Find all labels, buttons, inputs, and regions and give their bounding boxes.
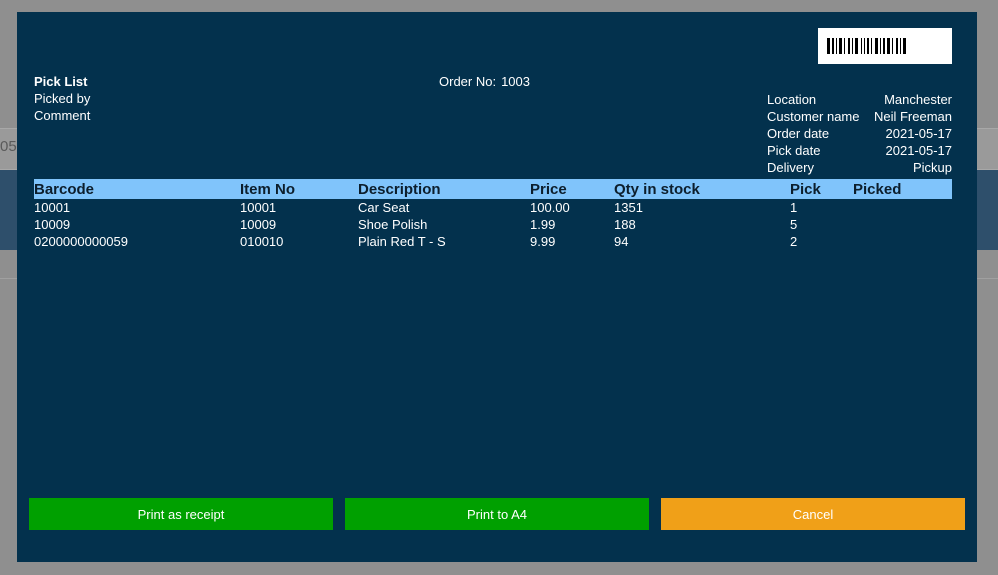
cell-barcode: 0200000000059 xyxy=(34,234,128,249)
info-label: Customer name xyxy=(767,109,860,124)
cell-price: 100.00 xyxy=(530,200,570,215)
table-header: Barcode Item No Description Price Qty in… xyxy=(34,179,952,199)
column-header-price: Price xyxy=(530,181,567,198)
cell-barcode: 10009 xyxy=(34,217,71,232)
info-value: Pickup xyxy=(912,160,952,175)
cell-price: 1.99 xyxy=(530,217,556,232)
picked-by-label: Picked by xyxy=(34,91,91,106)
info-label: Order date xyxy=(767,126,830,141)
order-info: Location Manchester Customer name Neil F… xyxy=(767,91,952,176)
info-label: Pick date xyxy=(767,143,821,158)
cell-description: Shoe Polish xyxy=(358,217,428,232)
print-a4-button[interactable]: Print to A4 xyxy=(345,498,649,530)
print-receipt-button[interactable]: Print as receipt xyxy=(29,498,333,530)
info-row-customer: Customer name Neil Freeman xyxy=(767,108,952,125)
cell-pick: 1 xyxy=(790,200,798,215)
cell-item-no: 10001 xyxy=(240,200,277,215)
cell-item-no: 010010 xyxy=(240,234,284,249)
info-row-location: Location Manchester xyxy=(767,91,952,108)
column-header-pick: Pick xyxy=(790,181,821,198)
info-label: Location xyxy=(767,92,817,107)
pick-list-table: Barcode Item No Description Price Qty in… xyxy=(34,179,952,250)
column-header-picked: Picked xyxy=(853,181,902,198)
cell-price: 9.99 xyxy=(530,234,556,249)
cell-qty: 188 xyxy=(614,217,636,232)
comment-label: Comment xyxy=(34,108,91,123)
barcode-icon xyxy=(818,28,952,64)
table-row: 10009 10009 Shoe Polish 1.99 188 5 xyxy=(34,216,952,233)
info-value: Manchester xyxy=(884,92,952,107)
cell-qty: 1351 xyxy=(614,200,643,215)
info-row-pick-date: Pick date 2021-05-17 xyxy=(767,142,952,159)
table-row: 10001 10001 Car Seat 100.00 1351 1 xyxy=(34,199,952,216)
cell-qty: 94 xyxy=(614,234,629,249)
info-value: 2021-05-17 xyxy=(885,143,953,158)
info-row-delivery: Delivery Pickup xyxy=(767,159,952,176)
pick-list-title: Pick List xyxy=(34,74,88,89)
cell-pick: 5 xyxy=(790,217,798,232)
column-header-barcode: Barcode xyxy=(34,181,95,198)
cell-barcode: 10001 xyxy=(34,200,71,215)
info-value: 2021-05-17 xyxy=(885,126,953,141)
info-value: Neil Freeman xyxy=(873,109,952,124)
cell-description: Car Seat xyxy=(358,200,410,215)
cell-description: Plain Red T - S xyxy=(358,234,446,249)
order-no-label: Order No: xyxy=(439,74,497,89)
info-row-order-date: Order date 2021-05-17 xyxy=(767,125,952,142)
cell-pick: 2 xyxy=(790,234,798,249)
order-no-value: 1003 xyxy=(501,74,530,89)
table-row: 0200000000059 010010 Plain Red T - S 9.9… xyxy=(34,233,952,250)
column-header-qty: Qty in stock xyxy=(614,181,700,198)
pick-list-modal: Pick List Picked by Comment Order No: 100… xyxy=(17,12,977,562)
column-header-item-no: Item No xyxy=(240,181,296,198)
cancel-button[interactable]: Cancel xyxy=(661,498,965,530)
order-number: Order No: 1003 xyxy=(439,74,530,89)
info-label: Delivery xyxy=(767,160,814,175)
cell-item-no: 10009 xyxy=(240,217,277,232)
column-header-description: Description xyxy=(358,181,441,198)
